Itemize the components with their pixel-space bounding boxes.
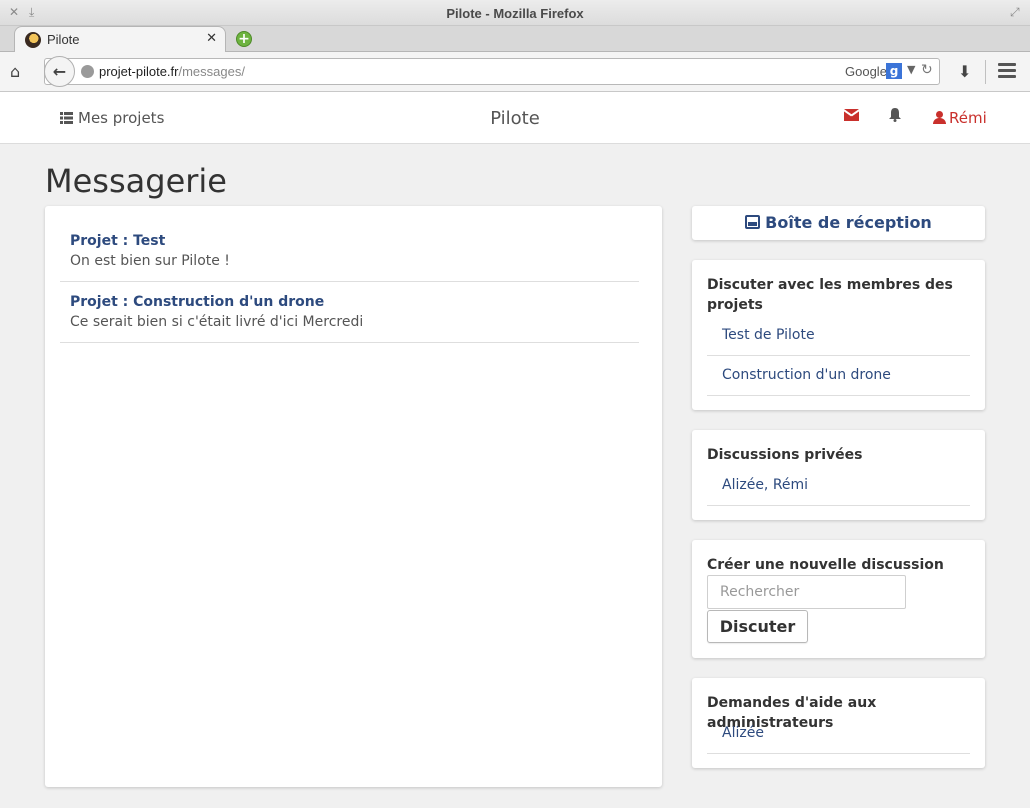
pilote-favicon-icon — [25, 32, 41, 48]
threads-panel: Projet : Test On est bien sur Pilote ! P… — [45, 206, 662, 787]
window-titlebar: ✕ ⤓ Pilote - Mozilla Firefox ⤢ — [0, 0, 1030, 26]
back-arrow-icon[interactable]: ← — [44, 56, 75, 87]
thread-item[interactable]: Projet : Test On est bien sur Pilote ! — [60, 231, 639, 282]
new-tab-icon[interactable]: + — [236, 31, 252, 47]
envelope-icon[interactable] — [844, 109, 859, 121]
globe-icon — [81, 65, 94, 78]
web-page: Mes projets Pilote Rémi Messagerie Proje… — [0, 92, 1030, 808]
admin-help-link[interactable]: Alizée — [707, 723, 970, 754]
url-host: projet-pilote.fr — [99, 64, 179, 79]
thread-project[interactable]: Projet : Construction d'un drone — [70, 292, 639, 312]
google-logo-icon[interactable]: g — [886, 63, 902, 79]
panel-title: Créer une nouvelle discussion — [707, 557, 944, 573]
bell-shape — [889, 108, 901, 122]
browser-tab[interactable]: Pilote ✕ — [14, 26, 226, 52]
thread-item[interactable]: Projet : Construction d'un drone Ce sera… — [60, 292, 639, 343]
thread-last-message: On est bien sur Pilote ! — [70, 253, 230, 269]
tab-title: Pilote — [47, 32, 80, 47]
hamburger-menu-icon[interactable] — [998, 63, 1016, 81]
tab-strip: Pilote ✕ + — [0, 26, 1030, 52]
address-bar[interactable]: projet-pilote.fr/messages/ Google g ▼ ↻ — [44, 58, 940, 85]
inbox-panel[interactable]: Boîte de réception — [692, 206, 985, 240]
private-discussions-panel: Discussions privées Alizée, Rémi — [692, 430, 985, 520]
page-title: Messagerie — [45, 162, 227, 200]
home-icon[interactable]: ⌂ — [10, 62, 20, 81]
download-icon[interactable]: ⬇ — [958, 62, 971, 81]
inbox-link[interactable]: Boîte de réception — [745, 213, 932, 232]
site-navbar: Mes projets Pilote Rémi — [0, 92, 1030, 144]
admin-help-panel: Demandes d'aide aux administrateurs Aliz… — [692, 678, 985, 768]
new-discussion-panel: Créer une nouvelle discussion Discuter — [692, 540, 985, 658]
member-discussion-link[interactable]: Construction d'un drone — [707, 365, 970, 396]
private-discussion-link[interactable]: Alizée, Rémi — [707, 475, 970, 506]
url-text[interactable]: projet-pilote.fr/messages/ — [99, 64, 245, 79]
bell-icon[interactable] — [889, 108, 901, 126]
url-path: /messages/ — [178, 64, 245, 79]
dropdown-icon[interactable]: ▼ — [907, 63, 915, 76]
my-projects-link[interactable]: Mes projets — [60, 109, 164, 127]
tab-close-icon[interactable]: ✕ — [206, 31, 217, 46]
panel-title: Discuter avec les membres des projets — [707, 277, 953, 313]
user-menu[interactable]: Rémi — [933, 109, 987, 127]
search-input[interactable] — [707, 575, 906, 609]
user-name: Rémi — [949, 109, 987, 127]
panel-title: Discussions privées — [707, 447, 863, 463]
thread-project[interactable]: Projet : Test — [70, 231, 639, 251]
project-members-panel: Discuter avec les membres des projets Te… — [692, 260, 985, 410]
window-maximize-icon[interactable]: ⤢ — [1010, 5, 1020, 20]
inbox-tray-icon — [745, 215, 761, 229]
user-icon — [933, 111, 946, 124]
search-engine-label[interactable]: Google — [845, 64, 887, 79]
toolbar-divider — [985, 60, 986, 84]
window-title: Pilote - Mozilla Firefox — [446, 6, 584, 21]
browser-toolbar: ⌂ ← projet-pilote.fr/messages/ Google g … — [0, 52, 1030, 92]
reload-icon[interactable]: ↻ — [921, 62, 933, 78]
list-icon — [60, 112, 73, 124]
inbox-label: Boîte de réception — [765, 213, 932, 232]
discuss-button[interactable]: Discuter — [707, 610, 808, 643]
my-projects-label: Mes projets — [78, 109, 165, 127]
member-discussion-link[interactable]: Test de Pilote — [707, 325, 970, 356]
brand-name[interactable]: Pilote — [490, 108, 540, 129]
thread-last-message: Ce serait bien si c'était livré d'ici Me… — [70, 314, 364, 330]
